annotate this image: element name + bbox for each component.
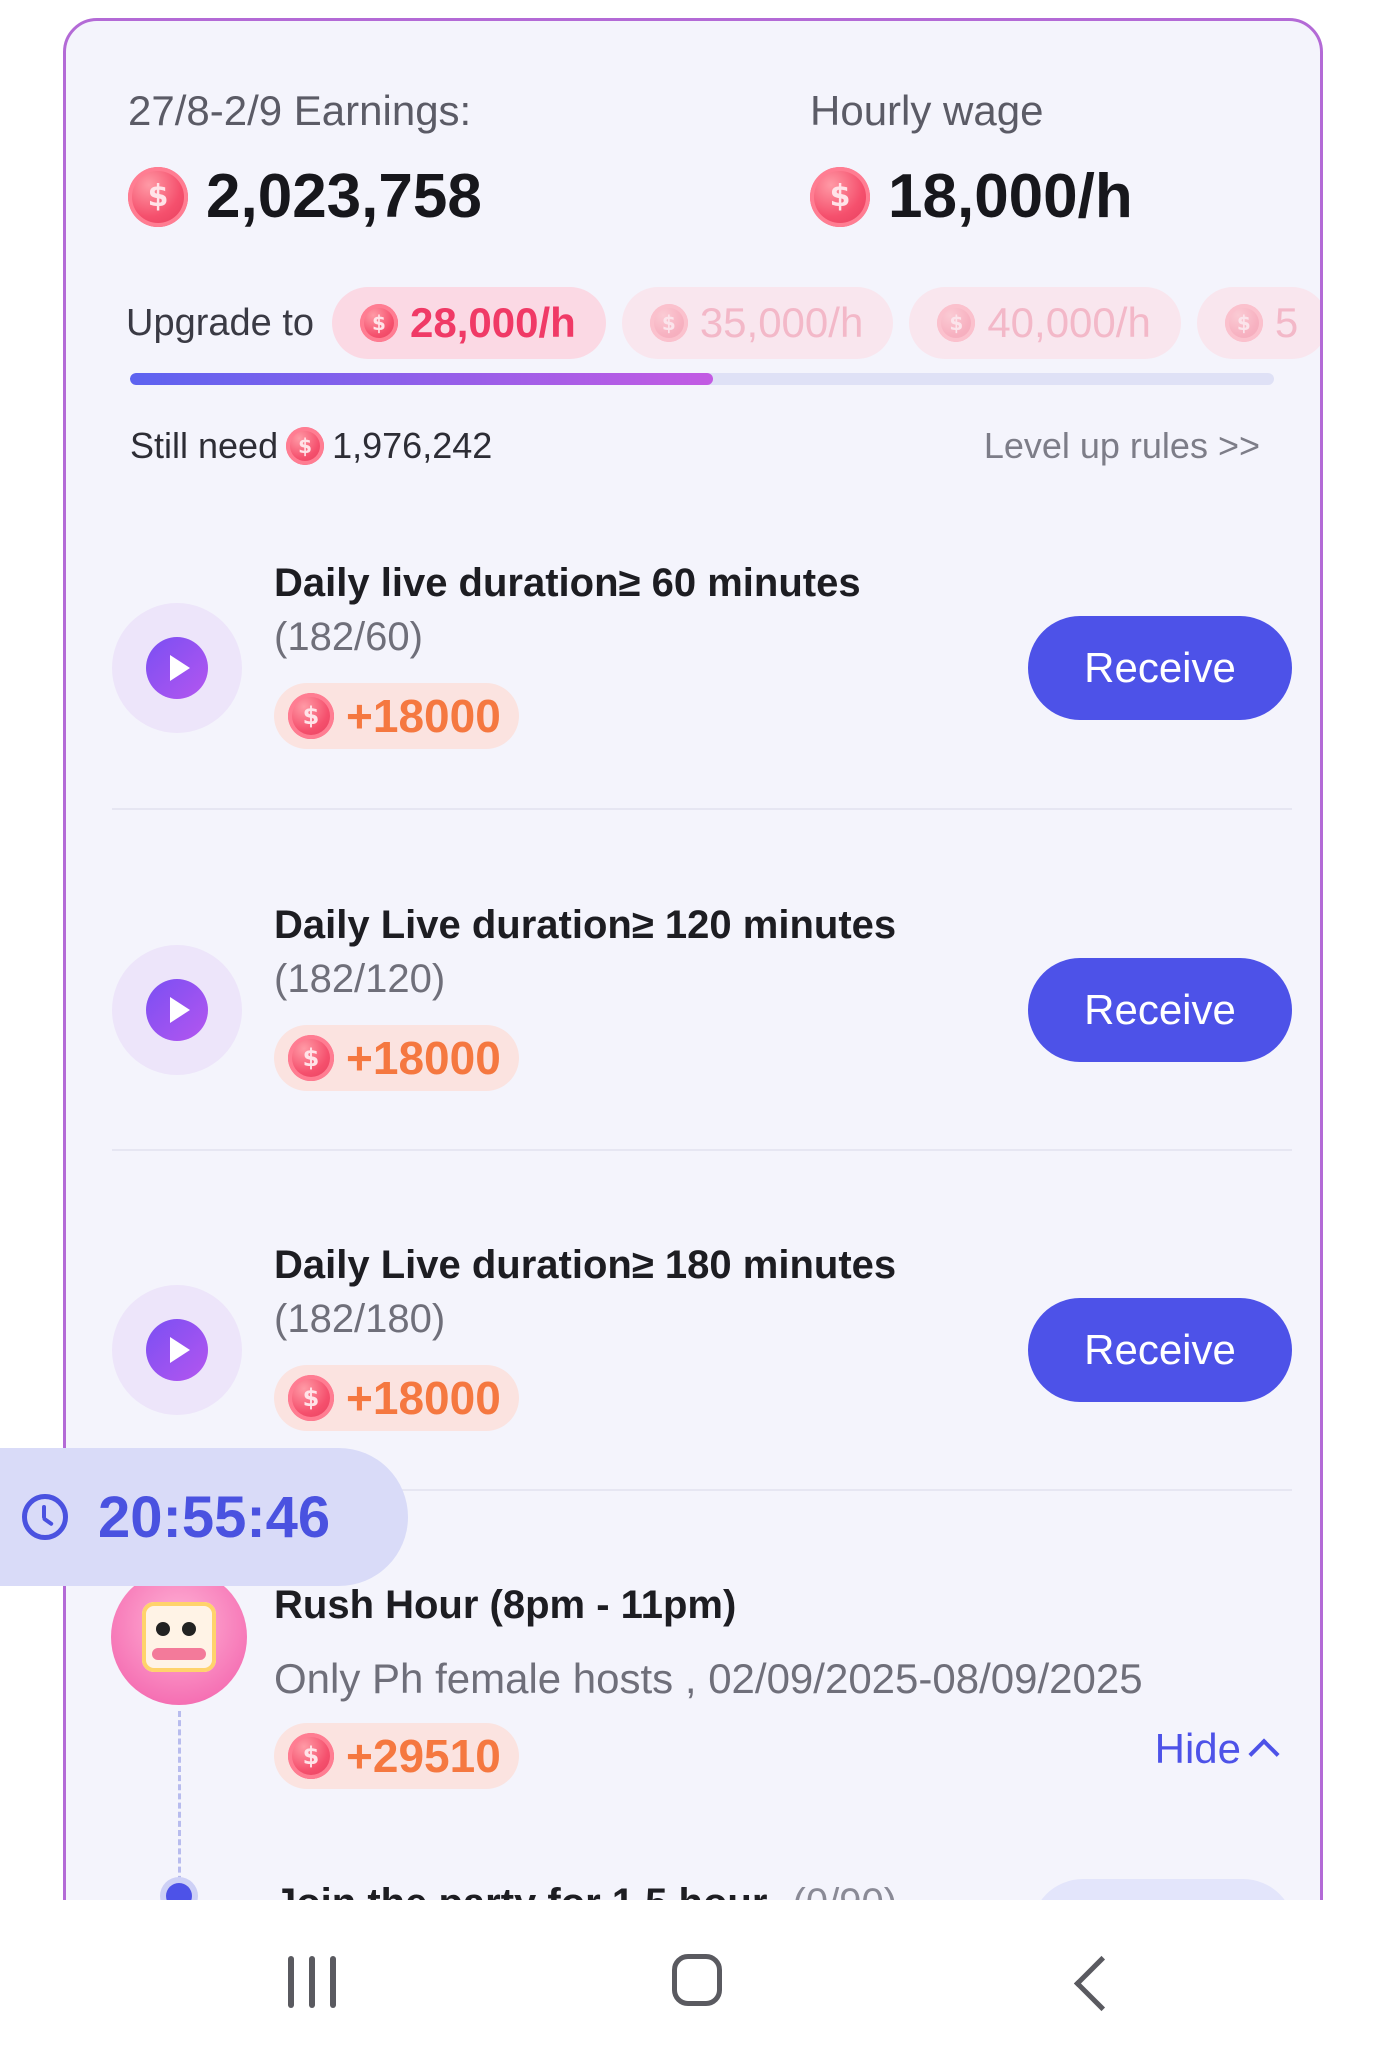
level-pill[interactable]: 5 bbox=[1196, 287, 1320, 359]
clock-icon bbox=[22, 1494, 68, 1540]
timeline-line bbox=[178, 1711, 181, 1891]
hourly-wage-label: Hourly wage bbox=[810, 87, 1044, 134]
task-progress: (182/180) bbox=[274, 1297, 446, 1341]
task-progress: (182/60) bbox=[274, 615, 423, 659]
rush-description: Only Ph female hosts , 02/09/2025-08/09/… bbox=[274, 1655, 1143, 1702]
recent-apps-icon[interactable] bbox=[288, 1956, 336, 2008]
coin-icon bbox=[649, 304, 688, 342]
still-need: Still need 1,976,242 bbox=[130, 425, 492, 467]
back-icon[interactable] bbox=[1073, 1955, 1130, 2012]
task-item: Daily Live duration≥ 120 minutes (182/12… bbox=[112, 883, 1292, 1213]
level-pill-label: 5 bbox=[1274, 299, 1299, 346]
rush-reward-value: +29510 bbox=[346, 1730, 501, 1782]
task-title: Daily live duration≥ 60 minutes bbox=[274, 561, 861, 605]
countdown-timer: 20:55:46 bbox=[0, 1448, 408, 1586]
still-need-label: Still need bbox=[130, 425, 279, 466]
task-reward-value: +18000 bbox=[346, 690, 501, 742]
upgrade-levels: Upgrade to 28,000/h 35,000/h 40,000/h 5 bbox=[126, 283, 1320, 363]
home-icon[interactable] bbox=[672, 1954, 722, 2006]
task-item: Daily live duration≥ 60 minutes (182/60)… bbox=[112, 541, 1292, 871]
level-pill-label: 40,000/h bbox=[987, 299, 1151, 346]
rush-reward: +29510 bbox=[274, 1723, 519, 1789]
hourly-wage-row: 18,000/h bbox=[810, 161, 1133, 232]
upgrade-progress-bar bbox=[130, 373, 1274, 385]
task-reward: +18000 bbox=[274, 1365, 519, 1431]
level-pill-label: 35,000/h bbox=[699, 299, 864, 346]
task-reward-value: +18000 bbox=[346, 1032, 501, 1084]
rush-title: Rush Hour (8pm - 11pm) bbox=[274, 1583, 737, 1627]
coin-icon bbox=[288, 1375, 334, 1421]
still-need-value: 1,976,242 bbox=[332, 425, 493, 466]
rush-hour-icon bbox=[111, 1569, 247, 1705]
live-icon bbox=[112, 603, 242, 733]
divider bbox=[112, 808, 1292, 810]
coin-icon bbox=[288, 1035, 334, 1081]
coin-icon bbox=[288, 1733, 334, 1779]
level-pill-current[interactable]: 28,000/h bbox=[332, 287, 606, 359]
earnings-value: 2,023,758 bbox=[206, 162, 482, 231]
upgrade-progress-fill bbox=[130, 373, 714, 385]
system-nav-bar bbox=[0, 1900, 1388, 2048]
task-reward: +18000 bbox=[274, 1025, 519, 1091]
earnings-period-label: 27/8-2/9 Earnings: bbox=[128, 87, 472, 134]
level-up-rules-link[interactable]: Level up rules >> bbox=[984, 425, 1260, 467]
coin-icon bbox=[286, 427, 325, 465]
receive-button[interactable]: Receive bbox=[1028, 958, 1292, 1062]
chevron-up-icon bbox=[1248, 1738, 1280, 1770]
task-reward: +18000 bbox=[274, 683, 519, 749]
level-pill[interactable]: 40,000/h bbox=[909, 287, 1181, 359]
countdown-value: 20:55:46 bbox=[98, 1484, 331, 1550]
earnings-value-row: 2,023,758 bbox=[128, 161, 482, 232]
earnings-card: 27/8-2/9 Earnings: 2,023,758 Hourly wage… bbox=[63, 18, 1323, 1958]
live-icon bbox=[112, 1285, 242, 1415]
calendar-icon bbox=[142, 1602, 216, 1672]
play-icon bbox=[146, 637, 208, 699]
upgrade-label: Upgrade to bbox=[126, 301, 315, 344]
coin-icon bbox=[360, 304, 399, 342]
receive-button[interactable]: Receive bbox=[1028, 616, 1292, 720]
task-progress: (182/120) bbox=[274, 957, 446, 1001]
level-pill[interactable]: 35,000/h bbox=[621, 287, 894, 359]
coin-icon bbox=[128, 166, 188, 227]
task-reward-value: +18000 bbox=[346, 1372, 501, 1424]
coin-icon bbox=[937, 304, 976, 342]
coin-icon bbox=[288, 693, 334, 739]
coin-icon bbox=[1224, 304, 1263, 342]
divider bbox=[112, 1149, 1292, 1151]
task-title: Daily Live duration≥ 120 minutes bbox=[274, 903, 897, 947]
coin-icon bbox=[810, 166, 870, 227]
play-icon bbox=[146, 1319, 208, 1381]
receive-button[interactable]: Receive bbox=[1028, 1298, 1292, 1402]
task-title: Daily Live duration≥ 180 minutes bbox=[274, 1243, 897, 1287]
live-icon bbox=[112, 945, 242, 1075]
level-pill-label: 28,000/h bbox=[410, 299, 576, 346]
hourly-wage-value: 18,000/h bbox=[888, 162, 1133, 231]
hide-label: Hide bbox=[1154, 1725, 1241, 1772]
play-icon bbox=[146, 979, 208, 1041]
hide-toggle[interactable]: Hide bbox=[1154, 1725, 1280, 1773]
